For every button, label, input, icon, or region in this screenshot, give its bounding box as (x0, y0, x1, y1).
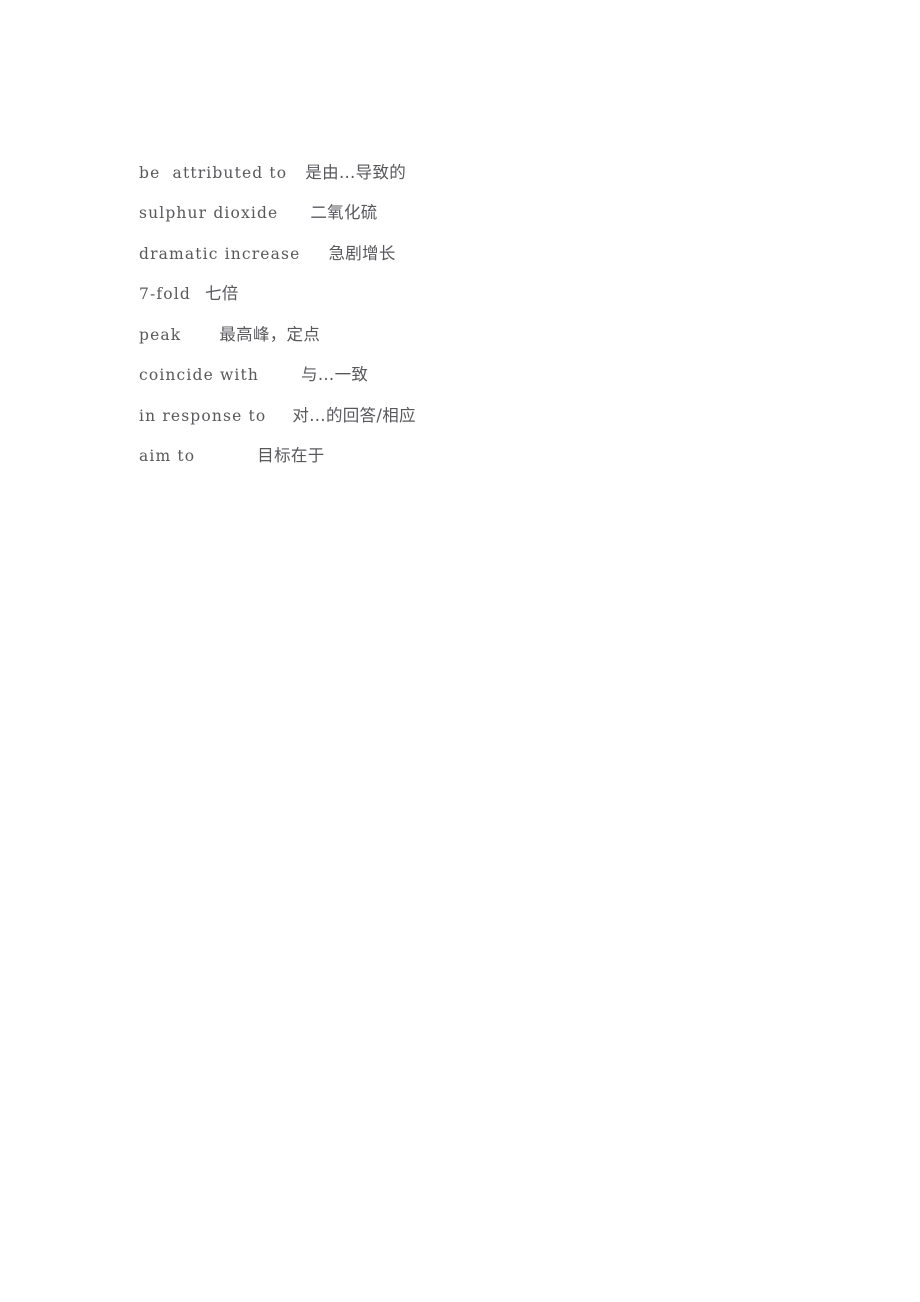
chinese-translation: 是由…导致的 (305, 162, 407, 182)
document-page: be attributed to 是由…导致的 sulphur dioxide 二氧… (0, 0, 920, 1302)
chinese-translation: 二氧化硫 (310, 203, 378, 222)
chinese-translation: 与…一致 (301, 365, 369, 384)
glossary-entry: peak 最高峰，定点 (139, 274, 839, 344)
chinese-translation: 最高峰，定点 (219, 324, 321, 344)
english-term: be attributed to (139, 163, 288, 182)
english-term: sulphur dioxide (139, 204, 279, 222)
glossary-entry: be attributed to 是由…导致的 (139, 112, 839, 182)
english-term: aim to (139, 447, 196, 465)
chinese-translation: 七倍 (204, 284, 239, 303)
chinese-translation: 对…的回答/相应 (292, 405, 416, 425)
english-term: 7-fold (139, 285, 191, 303)
english-term: dramatic increase (139, 244, 301, 263)
chinese-translation: 目标在于 (257, 446, 325, 465)
chinese-translation: 急剧增长 (328, 243, 396, 263)
glossary-list: be attributed to 是由…导致的 sulphur dioxide 二氧… (139, 112, 839, 466)
english-term: coincide with (139, 366, 259, 384)
english-term: peak (139, 325, 182, 344)
english-term: in response to (139, 406, 267, 425)
